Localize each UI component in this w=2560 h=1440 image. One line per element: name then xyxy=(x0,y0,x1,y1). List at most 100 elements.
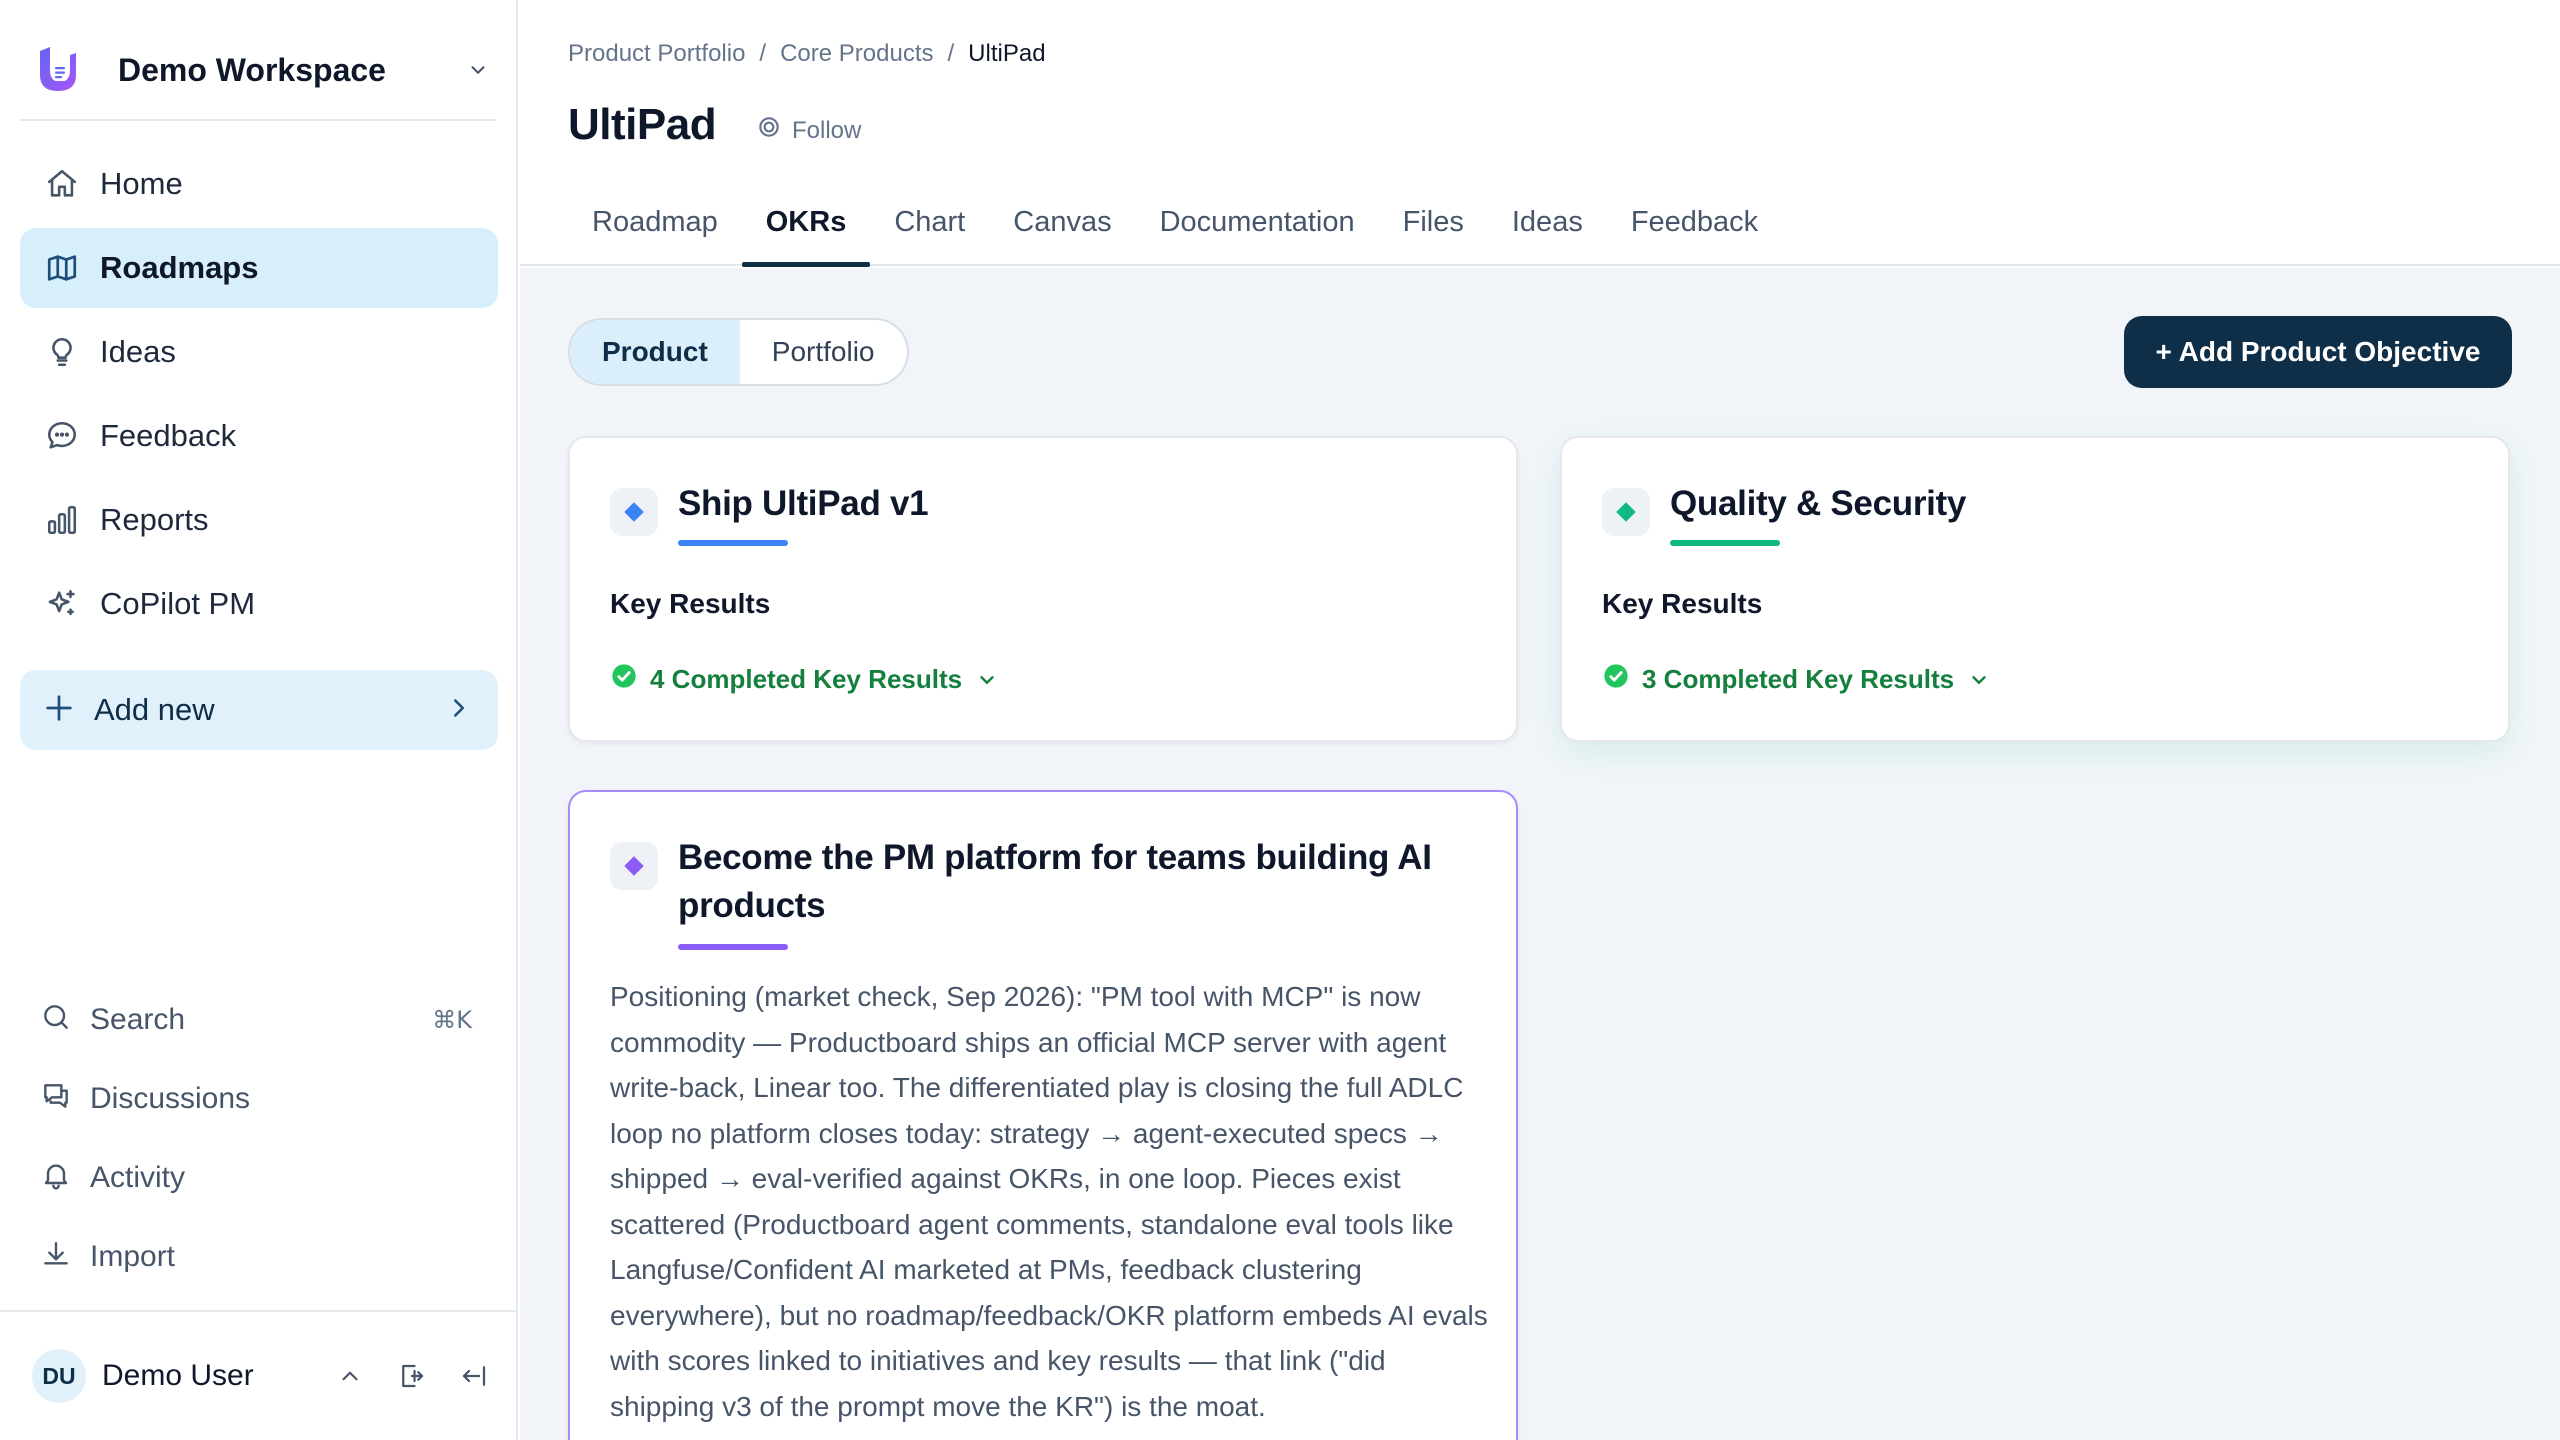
sidebar-item-label: Search xyxy=(90,1002,186,1036)
breadcrumb: Product Portfolio / Core Products / Ulti… xyxy=(568,40,1046,68)
chevron-down-icon[interactable] xyxy=(458,50,498,90)
chevron-right-icon xyxy=(444,693,474,728)
tab-feedback[interactable]: Feedback xyxy=(1607,196,1782,266)
breadcrumb-separator: / xyxy=(759,40,767,67)
sidebar-item-activity[interactable]: Activity xyxy=(20,1138,498,1217)
workspace-name: Demo Workspace xyxy=(118,51,386,88)
map-icon xyxy=(42,248,82,288)
chevron-down-icon xyxy=(976,669,998,691)
diamond-icon xyxy=(1602,488,1650,536)
objective-title[interactable]: Become the PM platform for teams buildin… xyxy=(678,834,1468,930)
follow-icon xyxy=(756,114,782,147)
main-nav: Home Roadmaps Ideas Feedback Reports CoP… xyxy=(20,144,498,648)
key-results-heading: Key Results xyxy=(1602,588,1763,619)
search-shortcut: ⌘K xyxy=(432,1005,472,1034)
page-header: Product Portfolio / Core Products / Ulti… xyxy=(520,0,2560,267)
sidebar-item-reports[interactable]: Reports xyxy=(20,480,498,560)
add-new-button[interactable]: Add new xyxy=(20,670,498,750)
sidebar-item-home[interactable]: Home xyxy=(20,144,498,224)
objective-card[interactable]: Ship UltiPad v1 Key Results 4 Completed … xyxy=(568,436,1518,742)
breadcrumb-separator: / xyxy=(947,40,955,67)
segment-product[interactable]: Product xyxy=(570,320,740,384)
tab-ideas[interactable]: Ideas xyxy=(1488,196,1607,266)
objective-header: Quality & Security xyxy=(1602,480,1966,536)
tab-okrs[interactable]: OKRs xyxy=(741,196,871,267)
user-name[interactable]: Demo User xyxy=(102,1359,312,1393)
completed-key-results-label: 4 Completed Key Results xyxy=(650,664,963,694)
follow-button[interactable]: Follow xyxy=(756,114,861,147)
sidebar-item-search[interactable]: Search ⌘K xyxy=(20,980,498,1059)
sidebar-item-label: Import xyxy=(90,1239,176,1273)
objective-card[interactable]: Quality & Security Key Results 3 Complet… xyxy=(1560,436,2510,742)
bar-chart-icon xyxy=(42,500,82,540)
tab-canvas[interactable]: Canvas xyxy=(989,196,1135,266)
diamond-icon xyxy=(610,488,658,536)
collapse-sidebar-icon[interactable] xyxy=(450,1352,498,1400)
divider xyxy=(20,119,496,121)
plus-icon xyxy=(42,691,76,730)
okrs-content: Product Portfolio + Add Product Objectiv… xyxy=(520,268,2560,1440)
objective-description: Positioning (market check, Sep 2026): "P… xyxy=(610,981,1488,1422)
lightbulb-icon xyxy=(42,332,82,372)
download-icon xyxy=(40,1238,72,1275)
workspace-switcher[interactable]: Demo Workspace xyxy=(20,20,498,120)
home-icon xyxy=(42,164,82,204)
breadcrumb-item[interactable]: Product Portfolio xyxy=(568,40,745,68)
tab-chart[interactable]: Chart xyxy=(870,196,989,266)
objective-card[interactable]: Become the PM platform for teams buildin… xyxy=(568,790,1518,1440)
sidebar-item-label: Ideas xyxy=(100,334,176,369)
objective-title[interactable]: Quality & Security xyxy=(1670,480,1966,528)
main-area: Product Portfolio / Core Products / Ulti… xyxy=(520,0,2560,1440)
sidebar-item-discussions[interactable]: Discussions xyxy=(20,1059,498,1138)
add-product-objective-button[interactable]: + Add Product Objective xyxy=(2124,316,2512,388)
breadcrumb-current: UltiPad xyxy=(968,40,1046,67)
divider xyxy=(0,1310,518,1312)
key-results-heading: Key Results xyxy=(610,588,771,619)
sidebar: Demo Workspace Home Roadmaps Ideas Feedb… xyxy=(0,0,518,1440)
tab-files[interactable]: Files xyxy=(1379,196,1488,266)
follow-label: Follow xyxy=(792,116,862,144)
check-circle-icon xyxy=(1602,662,1630,697)
tab-bar: Roadmap OKRs Chart Canvas Documentation … xyxy=(568,196,1782,267)
objective-title[interactable]: Ship UltiPad v1 xyxy=(678,480,929,528)
sidebar-item-label: CoPilot PM xyxy=(100,586,256,621)
sparkles-icon xyxy=(42,584,82,624)
objective-color-bar xyxy=(678,540,788,546)
chevron-up-icon[interactable] xyxy=(326,1352,374,1400)
user-menu: DU Demo User xyxy=(32,1348,498,1404)
sidebar-item-roadmaps[interactable]: Roadmaps xyxy=(20,228,498,308)
chat-bubble-icon xyxy=(42,416,82,456)
bell-icon xyxy=(40,1159,72,1196)
discussions-icon xyxy=(40,1080,72,1117)
sidebar-item-label: Discussions xyxy=(90,1081,251,1115)
objective-header: Ship UltiPad v1 xyxy=(610,480,929,536)
sidebar-item-label: Activity xyxy=(90,1160,186,1194)
check-circle-icon xyxy=(610,662,638,697)
breadcrumb-item[interactable]: Core Products xyxy=(780,40,933,68)
objective-scope-toggle: Product Portfolio xyxy=(568,318,909,386)
objective-header: Become the PM platform for teams buildin… xyxy=(610,834,1468,930)
workspace-logo-icon xyxy=(20,32,96,108)
completed-key-results-toggle[interactable]: 4 Completed Key Results xyxy=(610,662,998,697)
add-new-label: Add new xyxy=(94,692,215,727)
sidebar-item-ideas[interactable]: Ideas xyxy=(20,312,498,392)
search-icon xyxy=(40,1001,72,1038)
diamond-icon xyxy=(610,842,658,890)
sidebar-item-label: Roadmaps xyxy=(100,250,259,285)
sidebar-item-label: Home xyxy=(100,166,183,201)
tab-roadmap[interactable]: Roadmap xyxy=(568,196,742,266)
avatar[interactable]: DU xyxy=(32,1349,86,1403)
sidebar-item-copilot-pm[interactable]: CoPilot PM xyxy=(20,564,498,644)
sidebar-item-import[interactable]: Import xyxy=(20,1217,498,1296)
secondary-nav: Search ⌘K Discussions Activity Import xyxy=(20,980,498,1296)
tab-documentation[interactable]: Documentation xyxy=(1136,196,1379,266)
logout-icon[interactable] xyxy=(388,1352,436,1400)
chevron-down-icon xyxy=(1968,669,1990,691)
completed-key-results-label: 3 Completed Key Results xyxy=(1642,664,1955,694)
completed-key-results-toggle[interactable]: 3 Completed Key Results xyxy=(1602,662,1990,697)
page-title: UltiPad xyxy=(568,100,717,149)
segment-portfolio[interactable]: Portfolio xyxy=(740,320,907,384)
sidebar-item-feedback[interactable]: Feedback xyxy=(20,396,498,476)
sidebar-item-label: Reports xyxy=(100,502,209,537)
sidebar-item-label: Feedback xyxy=(100,418,237,453)
